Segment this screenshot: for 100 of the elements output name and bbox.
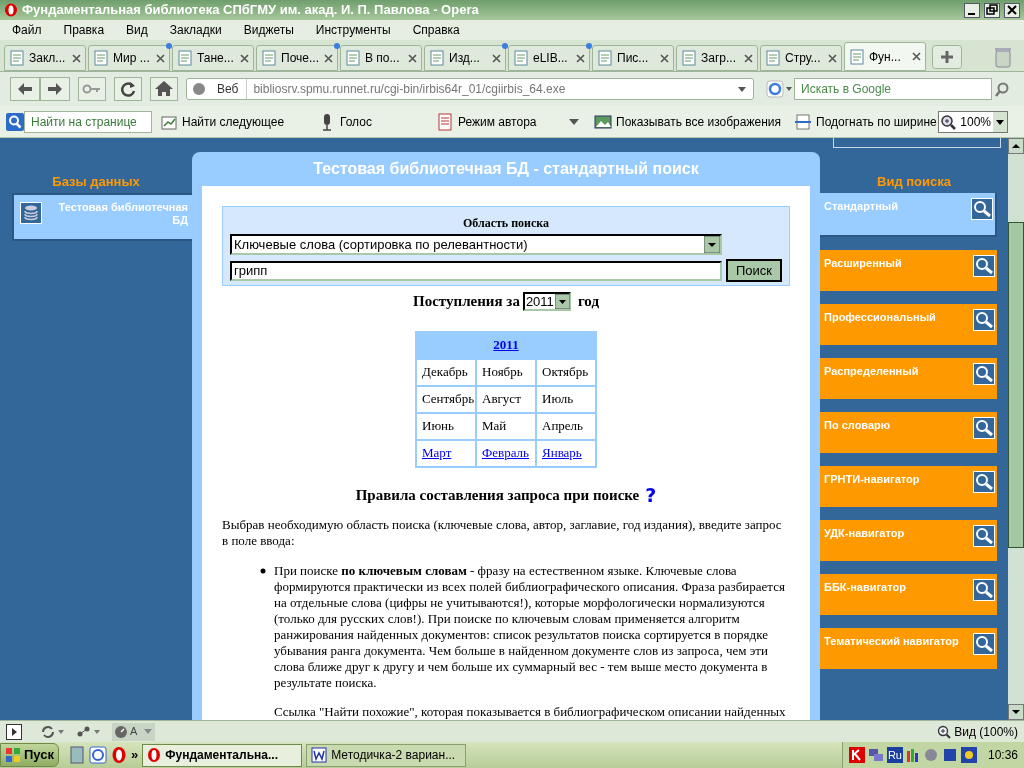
sync-icon[interactable] <box>40 724 66 739</box>
bullet-icon <box>260 568 266 574</box>
scroll-thumb[interactable] <box>1008 222 1024 548</box>
toolbar-button[interactable]: Режим автора <box>436 112 566 131</box>
dropdown-caret-icon[interactable] <box>735 84 749 94</box>
browser-tab[interactable]: eLIB... <box>508 45 590 71</box>
close-icon[interactable] <box>828 53 837 63</box>
home-icon[interactable] <box>150 77 178 101</box>
taskbar-button[interactable]: Методичка-2 вариан... <box>306 743 467 767</box>
close-icon[interactable] <box>324 53 333 63</box>
zoom-control[interactable]: 100% <box>938 110 1008 133</box>
document-icon[interactable] <box>69 746 85 764</box>
page-icon <box>177 50 193 66</box>
scroll-down-icon[interactable] <box>1008 704 1024 720</box>
page-icon <box>429 50 445 66</box>
dropdown-caret-icon <box>143 727 154 736</box>
toolbar-button[interactable]: Голос <box>318 112 428 131</box>
browser-tab[interactable]: Мир ... <box>88 45 170 71</box>
close-icon[interactable] <box>1004 2 1020 18</box>
google-icon <box>766 80 794 98</box>
menu-item[interactable]: Виджеты <box>243 21 294 39</box>
toolbar-button[interactable]: Показывать все изображения <box>594 112 794 131</box>
browser-tab[interactable]: Изд... <box>424 45 506 71</box>
more-button[interactable]: » <box>131 745 139 765</box>
close-icon[interactable] <box>72 53 81 63</box>
page-icon <box>794 112 812 131</box>
reload-icon[interactable] <box>114 77 142 101</box>
scroll-up-icon[interactable] <box>1008 138 1024 154</box>
browser-tab[interactable]: Закл... <box>4 45 86 71</box>
opera-logo-icon[interactable] <box>111 746 127 764</box>
menu-item[interactable]: Закладки <box>169 21 222 39</box>
browser-tab[interactable]: Фун... <box>844 42 926 71</box>
sidebar-heading: Базы данных <box>51 173 141 191</box>
panel-title: Тестовая библиотечная БД - стандартный поиск <box>312 159 700 179</box>
close-icon[interactable] <box>492 53 501 63</box>
month-label: Сентябрь <box>422 390 475 409</box>
search-icon <box>973 633 995 655</box>
zoom-status[interactable]: Вид (100%) <box>954 722 1018 741</box>
restore-icon[interactable] <box>984 2 1000 18</box>
start-button[interactable]: Пуск <box>0 743 59 767</box>
search-area-label: Область поиска <box>461 215 551 231</box>
menu-item[interactable]: Правка <box>63 21 105 39</box>
close-icon[interactable] <box>576 53 585 63</box>
content-blocker-control[interactable]: A <box>112 722 156 741</box>
scrollbar[interactable] <box>1008 138 1024 720</box>
query-field[interactable]: грипп <box>230 260 722 281</box>
input-field[interactable] <box>833 138 1001 148</box>
taskbar-button[interactable]: Фундаментальна... <box>142 743 303 767</box>
minimize-icon[interactable] <box>964 2 980 18</box>
search-icon <box>971 198 993 220</box>
browser-tab[interactable]: Тане... <box>172 45 254 71</box>
browser-icon[interactable] <box>89 746 107 764</box>
help-link[interactable]: ? <box>645 485 657 504</box>
menu-item[interactable]: Файл <box>12 21 42 39</box>
forward-icon[interactable] <box>40 77 70 101</box>
toolbar-button[interactable]: Найти следующее <box>160 112 312 131</box>
panel-toggle-icon[interactable] <box>6 723 22 740</box>
language-indicator[interactable]: Ru <box>886 746 903 764</box>
close-icon[interactable] <box>156 53 165 63</box>
address-field[interactable]: Веб bibliosrv.spmu.runnet.ru/cgi-bin/irbis64r_01/cgiirbis_64.exe <box>186 78 754 100</box>
browser-tab[interactable]: Загр... <box>676 45 758 71</box>
close-icon[interactable] <box>240 53 249 63</box>
back-icon[interactable] <box>10 77 40 101</box>
page-icon <box>597 50 613 66</box>
database-icon <box>20 202 42 224</box>
month-label: Ноябрь <box>482 363 523 382</box>
search-area-select[interactable]: Ключевые слова (сортировка по релевантности) <box>230 234 722 255</box>
menu-item[interactable]: Инструменты <box>315 21 391 39</box>
year-select[interactable]: 2011 <box>522 291 571 311</box>
note-paragraph: Ссылка "Найти похожие", которая показывается в библиографическом описании найденных <box>273 704 787 720</box>
browser-tab[interactable]: Поче... <box>256 45 338 71</box>
antivirus-icon[interactable] <box>848 747 865 763</box>
close-icon[interactable] <box>744 53 753 63</box>
search-icon <box>973 471 995 493</box>
menu-item[interactable]: Вид <box>126 21 148 39</box>
month-label: Май <box>482 417 507 436</box>
new-tab-icon[interactable] <box>932 45 962 69</box>
network-icon[interactable] <box>867 747 884 763</box>
menu-item[interactable]: Справка <box>412 21 460 39</box>
search-button[interactable]: Поиск <box>726 259 782 282</box>
close-icon[interactable] <box>660 53 669 63</box>
opera-logo-icon <box>147 747 162 763</box>
word-document-icon <box>311 747 328 763</box>
equalizer-icon[interactable] <box>905 747 920 763</box>
close-icon[interactable] <box>912 52 921 61</box>
browser-tab[interactable]: Пис... <box>592 45 674 71</box>
zoom-icon <box>939 112 957 131</box>
find-field[interactable]: Найти на странице <box>24 110 152 133</box>
browser-tab[interactable]: В по... <box>340 45 422 71</box>
close-icon[interactable] <box>408 53 417 63</box>
zoom-icon <box>937 724 952 739</box>
browser-tab[interactable]: Стру... <box>760 45 842 71</box>
sidebar-heading: Вид поиска <box>876 173 952 191</box>
page-icon <box>93 50 109 66</box>
network-icon[interactable] <box>76 724 102 739</box>
year-link[interactable]: 2011 <box>493 335 519 355</box>
arrivals-label: Поступления за <box>413 292 520 311</box>
dropdown-caret-icon[interactable] <box>568 117 580 126</box>
search-field[interactable]: Искать в Google <box>794 78 992 100</box>
search-icon <box>973 255 995 277</box>
